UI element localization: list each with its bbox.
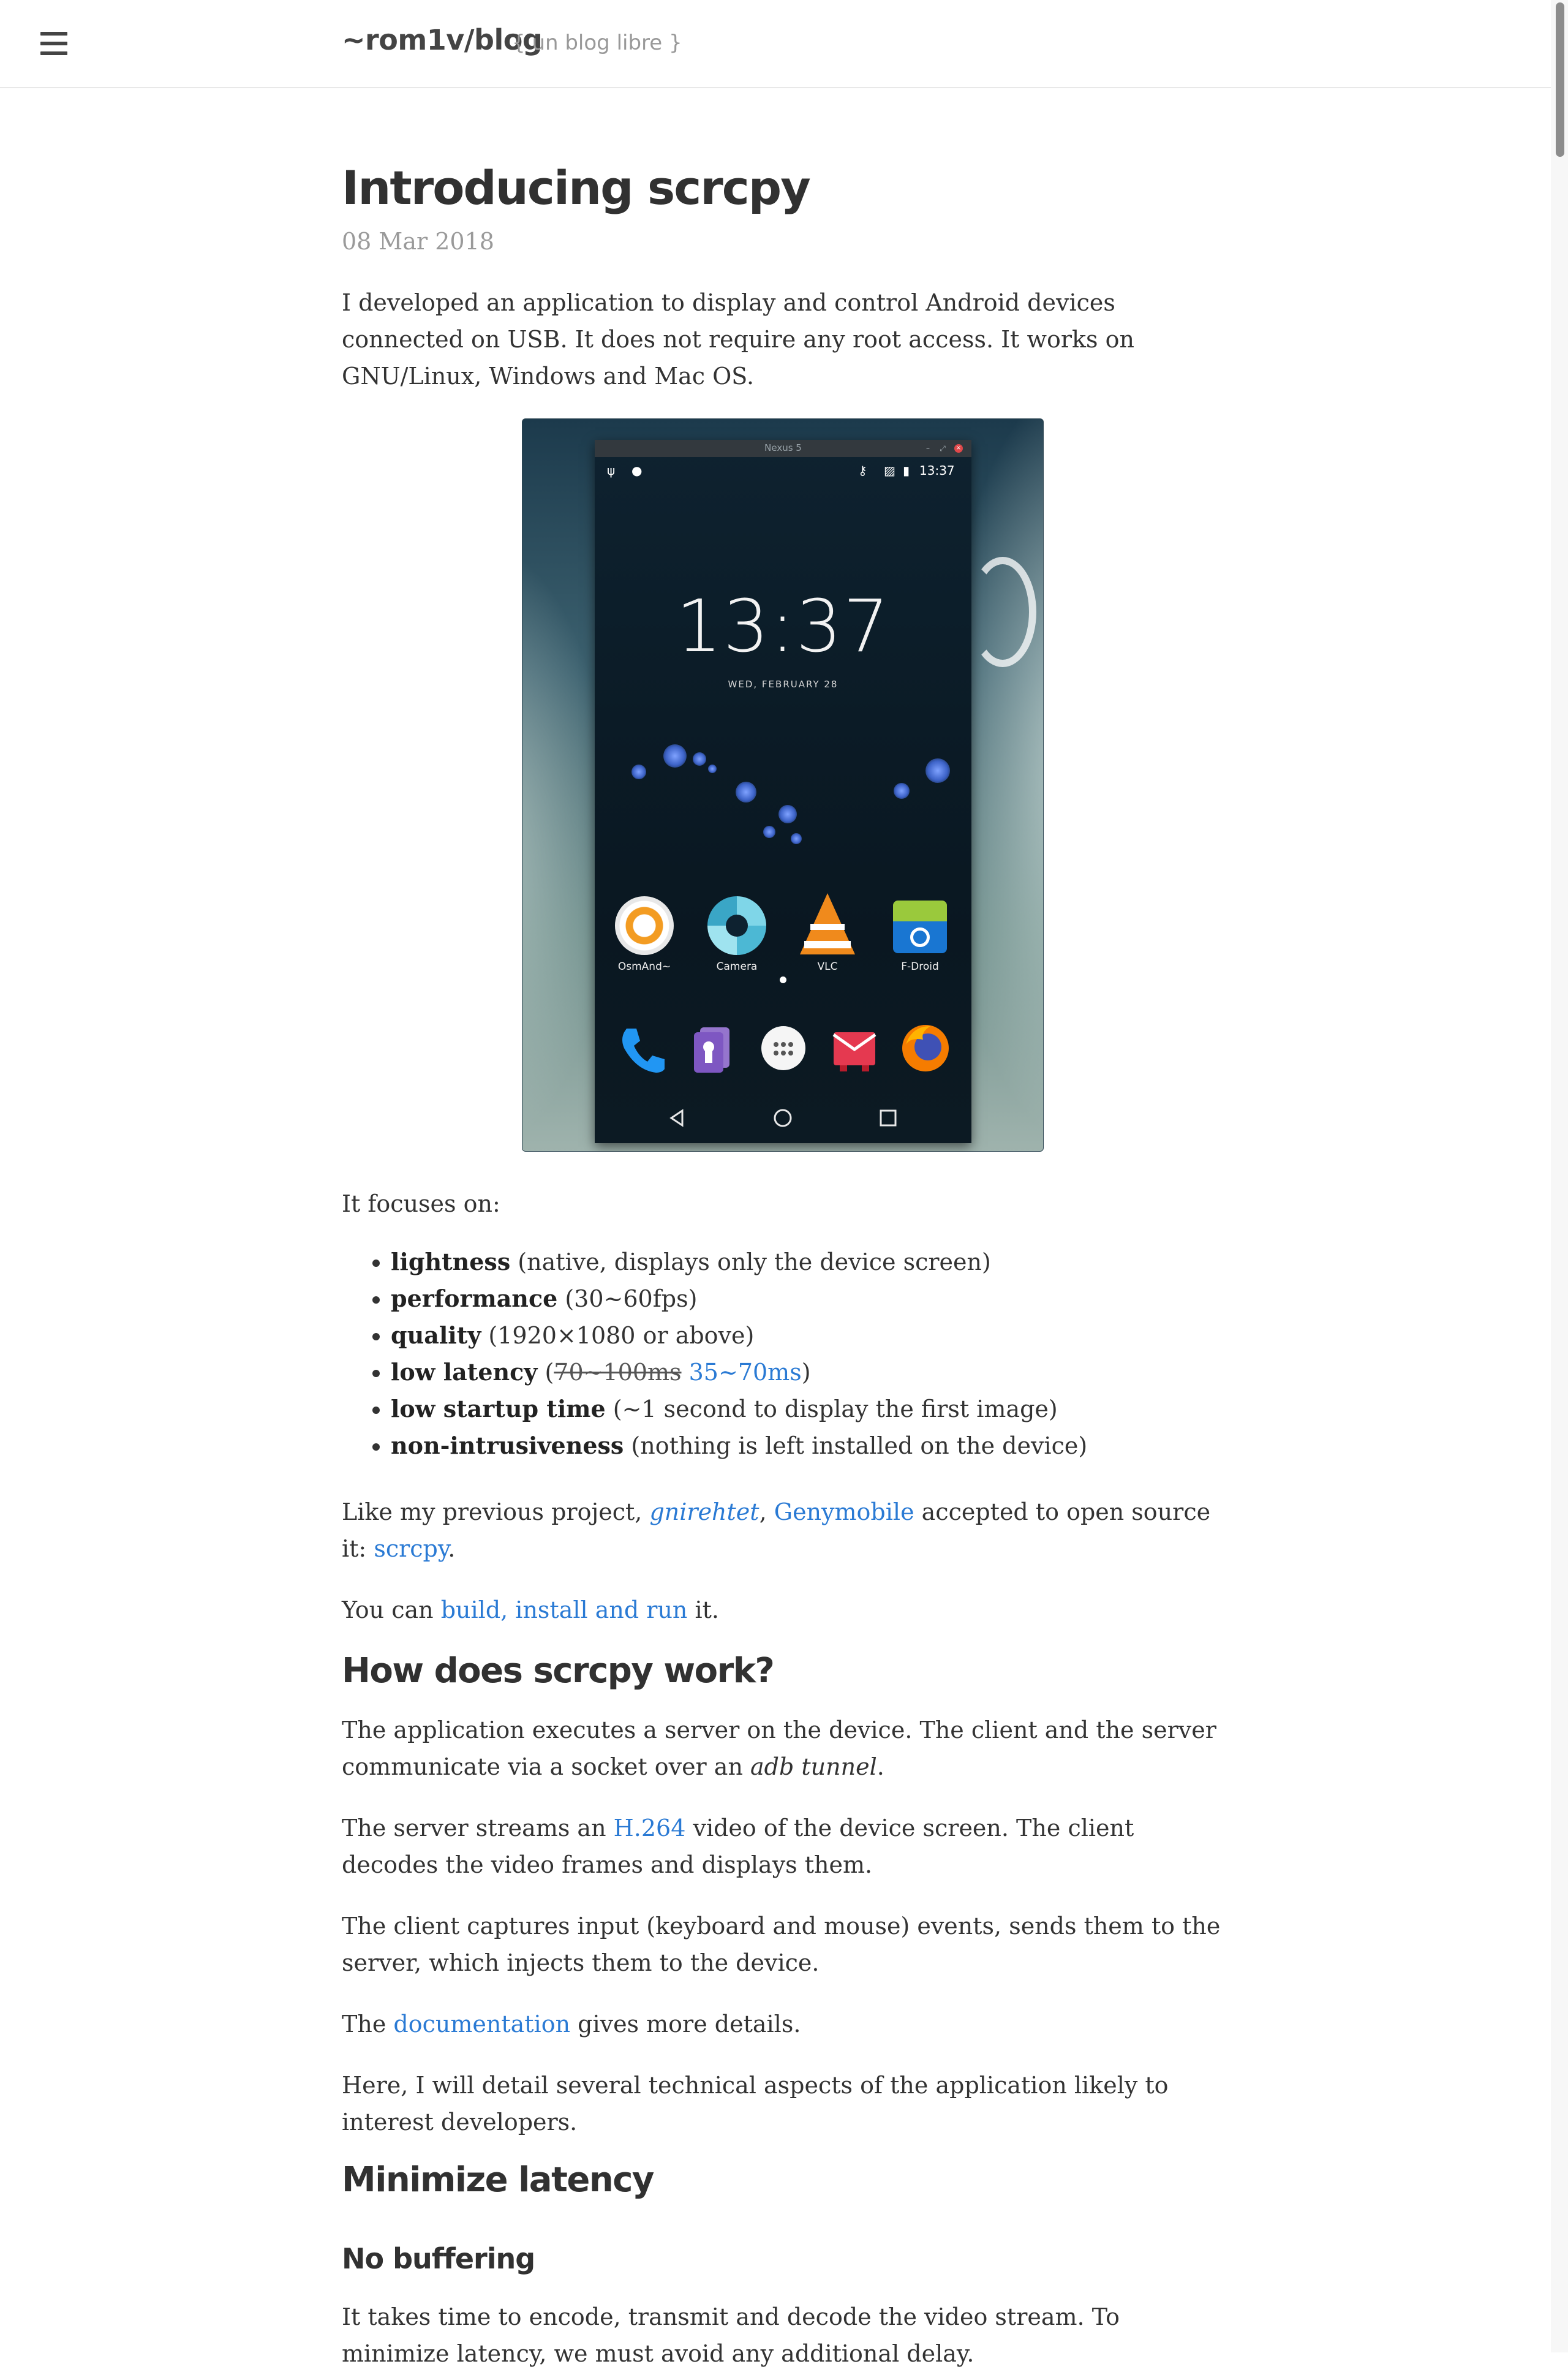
firefox-icon[interactable] bbox=[897, 1020, 954, 1076]
post-title: Introducing scrcpy bbox=[342, 161, 811, 215]
android-status-bar: ψ ● ⚷ ▨ ▮ 13:37 bbox=[595, 457, 971, 484]
fdroid-icon-ring bbox=[910, 927, 930, 947]
bokeh-light bbox=[708, 765, 717, 773]
bokeh-light bbox=[693, 752, 706, 766]
documentation-link[interactable]: documentation bbox=[393, 2011, 570, 2038]
list-item: low latency (70~100ms 35~70ms) bbox=[391, 1354, 1230, 1391]
vlc-stripe bbox=[804, 941, 851, 948]
new-latency-link[interactable]: 35~70ms bbox=[689, 1359, 802, 1386]
app-label-osmand: OsmAnd~ bbox=[617, 961, 671, 973]
no-sim-icon: ▨ bbox=[884, 463, 895, 478]
hamburger-menu-icon[interactable] bbox=[40, 32, 67, 55]
bokeh-light bbox=[778, 805, 797, 823]
h264-link[interactable]: H.264 bbox=[614, 1815, 686, 1841]
status-time: 13:37 bbox=[919, 463, 955, 478]
app-label-fdroid: F-Droid bbox=[901, 961, 939, 973]
list-item: performance (30~60fps) bbox=[391, 1280, 1230, 1317]
email-icon[interactable] bbox=[826, 1020, 883, 1076]
buffering-paragraph: It takes time to encode, transmit and de… bbox=[342, 2303, 1120, 2367]
recents-icon[interactable] bbox=[876, 1106, 900, 1130]
minimize-icon: – bbox=[926, 444, 930, 453]
list-item: low startup time (~1 second to display t… bbox=[391, 1391, 1230, 1427]
app-label-camera: Camera bbox=[716, 961, 758, 973]
scrcpy-screenshot: Nexus 5 – ⤢ × ψ ● ⚷ ▨ ▮ 13:37 13:37 WED,… bbox=[522, 418, 1044, 1152]
fdroid-icon[interactable] bbox=[893, 901, 947, 921]
how-paragraph-1: The application executes a server on the… bbox=[342, 1717, 1216, 1780]
page-indicator-dot bbox=[780, 976, 786, 983]
intro-paragraph: I developed an application to display an… bbox=[342, 289, 1134, 390]
focus-intro: It focuses on: bbox=[342, 1190, 500, 1217]
section-heading-how: How does scrcpy work? bbox=[342, 1651, 775, 1691]
section-heading-latency: Minimize latency bbox=[342, 2160, 654, 2200]
scrcpy-link[interactable]: scrcpy bbox=[374, 1535, 448, 1562]
back-icon[interactable] bbox=[665, 1106, 690, 1130]
device-window: Nexus 5 – ⤢ × ψ ● ⚷ ▨ ▮ 13:37 13:37 WED,… bbox=[595, 440, 971, 1143]
post-date: 08 Mar 2018 bbox=[342, 228, 494, 255]
list-item: non-intrusiveness (nothing is left insta… bbox=[391, 1427, 1230, 1464]
contacts-icon[interactable] bbox=[684, 1020, 741, 1076]
list-item: lightness (native, displays only the dev… bbox=[391, 1244, 1230, 1280]
window-titlebar: Nexus 5 – ⤢ × bbox=[595, 440, 971, 457]
top-bar: ~rom1v/blog { un blog libre } bbox=[0, 0, 1568, 88]
how-paragraph-3: The client captures input (keyboard and … bbox=[342, 1913, 1221, 1976]
home-icon[interactable] bbox=[771, 1106, 795, 1130]
vlc-stripe bbox=[810, 924, 845, 930]
phone-icon[interactable] bbox=[613, 1020, 669, 1076]
bokeh-light bbox=[763, 826, 775, 838]
scrollbar-thumb[interactable] bbox=[1556, 2, 1564, 157]
bokeh-light bbox=[791, 833, 802, 844]
how-paragraph-5: Here, I will detail several technical as… bbox=[342, 2072, 1169, 2136]
maximize-icon: ⤢ bbox=[940, 444, 946, 453]
how-paragraph-4: The documentation gives more details. bbox=[342, 2011, 801, 2038]
lockscreen-date: WED, FEBRUARY 28 bbox=[728, 679, 839, 690]
bokeh-light bbox=[663, 744, 687, 768]
site-tagline: { un blog libre } bbox=[512, 31, 682, 55]
genymobile-link[interactable]: Genymobile bbox=[774, 1498, 914, 1525]
old-latency-value: 70~100ms bbox=[554, 1359, 682, 1386]
battery-icon: ▮ bbox=[903, 463, 910, 478]
bokeh-light bbox=[736, 782, 756, 803]
bokeh-light bbox=[631, 765, 646, 779]
subsection-heading-buffering: No buffering bbox=[342, 2242, 535, 2275]
debian-swirl-decoration bbox=[969, 557, 1036, 667]
gnirehtet-link[interactable]: gnirehtet bbox=[649, 1498, 759, 1525]
how-paragraph-2: The server streams an H.264 video of the… bbox=[342, 1815, 1134, 1878]
android-debug-icon: ● bbox=[631, 463, 643, 478]
focus-list: lightness (native, displays only the dev… bbox=[342, 1244, 1230, 1464]
usb-icon: ψ bbox=[607, 463, 616, 478]
app-label-vlc: VLC bbox=[817, 961, 838, 973]
osmand-icon[interactable] bbox=[615, 896, 674, 955]
page-scrollbar[interactable] bbox=[1551, 0, 1568, 2352]
app-drawer-icon[interactable] bbox=[755, 1020, 812, 1076]
build-install-run-link[interactable]: build, install and run bbox=[441, 1596, 688, 1623]
list-item: quality (1920×1080 or above) bbox=[391, 1317, 1230, 1354]
camera-lens bbox=[726, 915, 748, 937]
key-icon: ⚷ bbox=[858, 463, 867, 478]
close-icon: × bbox=[954, 444, 963, 453]
bokeh-light bbox=[894, 783, 910, 799]
bokeh-light bbox=[925, 758, 950, 783]
lockscreen-clock: 13:37 bbox=[676, 584, 891, 668]
previous-project-paragraph: Like my previous project, gnirehtet, Gen… bbox=[342, 1498, 1211, 1562]
build-paragraph: You can build, install and run it. bbox=[342, 1596, 719, 1623]
window-title: Nexus 5 bbox=[764, 442, 802, 453]
